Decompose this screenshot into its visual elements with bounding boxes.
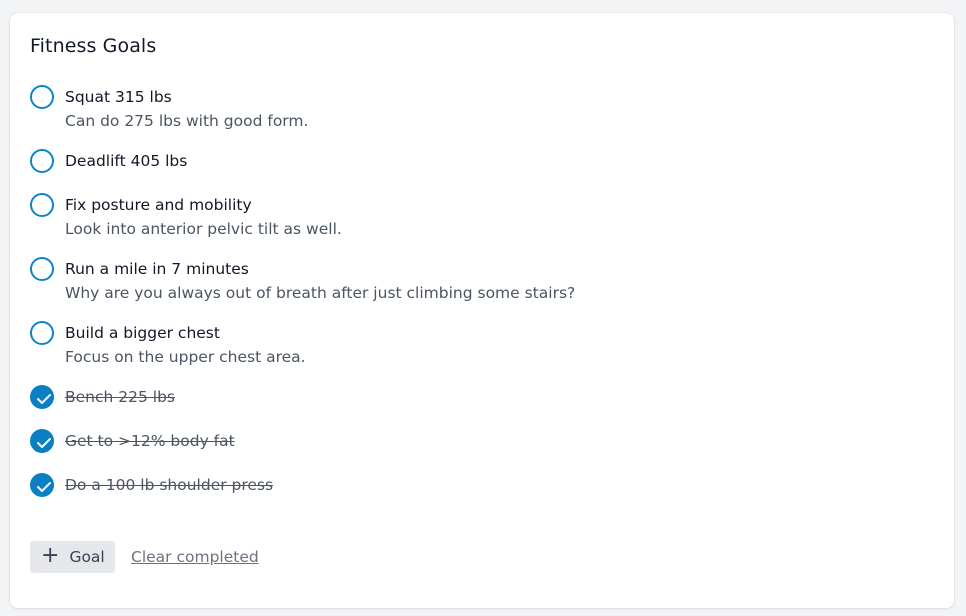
goal-item: Fix posture and mobility Look into anter… (30, 193, 342, 239)
goal-item: Run a mile in 7 minutes Why are you alwa… (30, 257, 575, 303)
goal-title[interactable]: Bench 225 lbs (65, 387, 175, 407)
goal-title[interactable]: Do a 100 lb shoulder press (65, 475, 273, 495)
goal-checkbox[interactable] (30, 149, 54, 173)
card-title: Fitness Goals (30, 35, 157, 57)
goal-text: Get to >12% body fat (65, 431, 235, 451)
plus-icon: + (41, 543, 60, 568)
goal-description: Can do 275 lbs with good form. (65, 112, 309, 130)
goal-checkbox-checked[interactable] (30, 429, 54, 453)
goal-item-completed: Do a 100 lb shoulder press (30, 473, 273, 497)
goal-item: Build a bigger chest Focus on the upper … (30, 321, 306, 367)
goal-text: Build a bigger chest Focus on the upper … (65, 323, 306, 367)
goal-title[interactable]: Get to >12% body fat (65, 431, 235, 451)
goal-text: Fix posture and mobility Look into anter… (65, 195, 342, 239)
goal-checkbox[interactable] (30, 193, 54, 217)
goal-text: Run a mile in 7 minutes Why are you alwa… (65, 259, 575, 303)
goal-text: Bench 225 lbs (65, 387, 175, 407)
add-goal-button[interactable]: + Goal (30, 541, 115, 573)
goal-description: Focus on the upper chest area. (65, 348, 306, 366)
goal-description: Why are you always out of breath after j… (65, 284, 576, 302)
add-goal-label: Goal (69, 548, 105, 566)
fitness-goals-card: Fitness Goals Squat 315 lbs Can do 275 l… (10, 13, 954, 608)
goal-item: Deadlift 405 lbs (30, 149, 187, 173)
clear-completed-link[interactable]: Clear completed (131, 548, 259, 566)
goal-checkbox[interactable] (30, 85, 54, 109)
goal-item-completed: Get to >12% body fat (30, 429, 235, 453)
goal-checkbox[interactable] (30, 257, 54, 281)
goal-checkbox-checked[interactable] (30, 473, 54, 497)
goal-title[interactable]: Build a bigger chest (65, 323, 306, 343)
goal-checkbox[interactable] (30, 321, 54, 345)
goal-title[interactable]: Fix posture and mobility (65, 195, 342, 215)
goal-title[interactable]: Squat 315 lbs (65, 87, 308, 107)
goal-description: Look into anterior pelvic tilt as well. (65, 220, 342, 238)
goal-item: Squat 315 lbs Can do 275 lbs with good f… (30, 85, 308, 131)
goal-text: Deadlift 405 lbs (65, 151, 187, 171)
checkmark-icon (37, 394, 51, 404)
goal-text: Do a 100 lb shoulder press (65, 475, 273, 495)
goal-text: Squat 315 lbs Can do 275 lbs with good f… (65, 87, 308, 131)
checkmark-icon (37, 438, 51, 448)
checkmark-icon (37, 482, 51, 492)
goal-title[interactable]: Run a mile in 7 minutes (65, 259, 575, 279)
goal-item-completed: Bench 225 lbs (30, 385, 175, 409)
goal-checkbox-checked[interactable] (30, 385, 54, 409)
goal-title[interactable]: Deadlift 405 lbs (65, 151, 187, 171)
